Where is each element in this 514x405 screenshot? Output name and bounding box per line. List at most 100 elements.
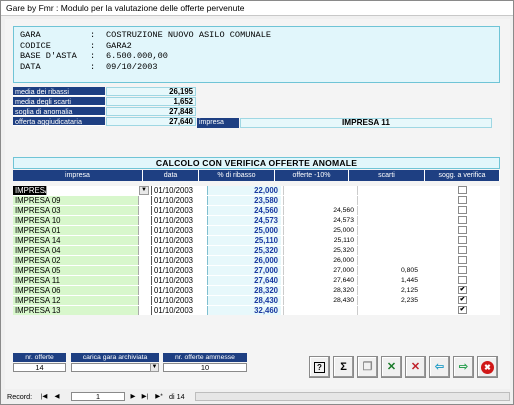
new-record-icon[interactable]: ▶* — [153, 392, 165, 401]
verifica-checkbox[interactable]: ✔ — [458, 306, 467, 314]
back-button[interactable]: ⇦ — [429, 356, 450, 378]
cell-ribasso[interactable]: 24,573 — [207, 216, 281, 225]
cell-impresa[interactable]: IMPRESA 13 — [13, 306, 139, 315]
impresa-label: impresa — [197, 118, 239, 128]
cell-impresa[interactable]: IMPRESA 14 — [13, 236, 139, 245]
stat-value[interactable]: 27,640 — [106, 117, 196, 126]
cell-data[interactable]: 01/10/2003 — [151, 286, 206, 295]
close-button[interactable]: ✖ — [477, 356, 498, 378]
verifica-checkbox[interactable] — [458, 276, 467, 284]
cell-scarto — [357, 236, 421, 245]
cell-ribasso[interactable]: 27,000 — [207, 266, 281, 275]
cell-data[interactable]: 01/10/2003 — [151, 216, 206, 225]
cell-ribasso[interactable]: 27,640 — [207, 276, 281, 285]
verifica-checkbox[interactable]: ✔ — [458, 296, 467, 304]
cell-scarto: 0,805 — [357, 266, 421, 275]
cell-data[interactable]: 01/10/2003 — [151, 256, 206, 265]
cell-data[interactable]: 01/10/2003 — [151, 236, 206, 245]
table-row[interactable]: IMPRESA 12 01/10/2003 28,430 28,430 2,23… — [13, 296, 500, 305]
copy-button[interactable]: ❐ — [357, 356, 378, 378]
stat-value[interactable]: 1,652 — [106, 97, 196, 106]
verifica-checkbox[interactable] — [458, 256, 467, 264]
cell-ribasso[interactable]: 26,000 — [207, 256, 281, 265]
record-number-input[interactable]: 1 — [71, 392, 125, 401]
cell-ribasso[interactable]: 25,110 — [207, 236, 281, 245]
carica-gara-select[interactable] — [71, 363, 159, 372]
help-button[interactable]: ? — [309, 356, 330, 378]
cell-ribasso[interactable]: 25,000 — [207, 226, 281, 235]
cell-impresa[interactable]: IMPRESA 02 — [13, 256, 139, 265]
cell-data[interactable]: 01/10/2003 — [151, 226, 206, 235]
table-row[interactable]: IMPRESA 02 01/10/2003 26,000 26,000 — [13, 256, 500, 265]
header-label: DATA — [20, 61, 41, 72]
cell-data[interactable]: 01/10/2003 — [151, 206, 206, 215]
cell-impresa[interactable]: IMPRESA 05 — [13, 266, 139, 275]
table-row[interactable]: IMPRESA 08 ▼ 01/10/2003 22,000 — [13, 186, 500, 195]
table-row[interactable]: IMPRESA 11 01/10/2003 27,640 27,640 1,44… — [13, 276, 500, 285]
cell-impresa[interactable]: IMPRESA 09 — [13, 196, 139, 205]
forward-button[interactable]: ⇨ — [453, 356, 474, 378]
cell-data[interactable]: 01/10/2003 — [151, 296, 206, 305]
cell-scarto — [357, 186, 421, 195]
table-row[interactable]: IMPRESA 09 01/10/2003 23,580 — [13, 196, 500, 205]
stat-value[interactable]: 27,848 — [106, 107, 196, 116]
cell-offerta: 26,000 — [283, 256, 357, 265]
last-record-icon[interactable]: ▶| — [140, 392, 150, 401]
table-row[interactable]: IMPRESA 04 01/10/2003 25,320 25,320 — [13, 246, 500, 255]
accept-button[interactable]: ✕ — [381, 356, 402, 378]
cell-impresa[interactable]: IMPRESA 12 — [13, 296, 139, 305]
table-row[interactable]: IMPRESA 05 01/10/2003 27,000 27,000 0,80… — [13, 266, 500, 275]
verifica-checkbox[interactable] — [458, 236, 467, 244]
table-row[interactable]: IMPRESA 13 01/10/2003 32,460 ✔ — [13, 306, 500, 315]
verifica-checkbox[interactable] — [458, 196, 467, 204]
record-navigator: Record: |◀ ◀ 1 ▶ ▶| ▶* di 14 — [5, 390, 510, 403]
header-label: BASE D'ASTA — [20, 51, 77, 61]
header-row-codice: CODICE: GARA2 — [20, 41, 493, 52]
cell-ribasso[interactable]: 28,430 — [207, 296, 281, 305]
cell-data[interactable]: 01/10/2003 — [151, 186, 206, 195]
verifica-checkbox[interactable] — [458, 266, 467, 274]
cell-impresa[interactable]: IMPRESA 06 — [13, 286, 139, 295]
verifica-checkbox[interactable]: ✔ — [458, 286, 467, 294]
verifica-checkbox[interactable] — [458, 186, 467, 194]
table-row[interactable]: IMPRESA 10 01/10/2003 24,573 24,573 — [13, 216, 500, 225]
cell-data[interactable]: 01/10/2003 — [151, 276, 206, 285]
cell-impresa[interactable]: IMPRESA 10 — [13, 216, 139, 225]
delete-button[interactable]: ✕ — [405, 356, 426, 378]
cell-data[interactable]: 01/10/2003 — [151, 306, 206, 315]
verifica-checkbox[interactable] — [458, 246, 467, 254]
next-record-icon[interactable]: ▶ — [128, 392, 138, 401]
verifica-checkbox[interactable] — [458, 226, 467, 234]
impresa-value[interactable]: IMPRESA 11 — [240, 118, 492, 128]
verifica-checkbox[interactable] — [458, 206, 467, 214]
table-row[interactable]: IMPRESA 03 01/10/2003 24,560 24,560 — [13, 206, 500, 215]
cell-impresa[interactable]: IMPRESA 01 — [13, 226, 139, 235]
prev-record-icon[interactable]: ◀ — [52, 392, 62, 401]
dropdown-arrow-icon[interactable]: ▼ — [150, 363, 159, 372]
horizontal-scrollbar[interactable] — [195, 392, 510, 401]
cell-ribasso[interactable]: 23,580 — [207, 196, 281, 205]
close-icon: ✖ — [481, 361, 494, 374]
verifica-checkbox[interactable] — [458, 216, 467, 224]
first-record-icon[interactable]: |◀ — [39, 392, 49, 401]
cell-ribasso[interactable]: 22,000 — [207, 186, 281, 195]
cell-data[interactable]: 01/10/2003 — [151, 246, 206, 255]
table-row[interactable]: IMPRESA 01 01/10/2003 25,000 25,000 — [13, 226, 500, 235]
cell-impresa[interactable]: IMPRESA 11 — [13, 276, 139, 285]
cell-ribasso[interactable]: 28,320 — [207, 286, 281, 295]
cell-ribasso[interactable]: 32,460 — [207, 306, 281, 315]
table-row[interactable]: IMPRESA 06 01/10/2003 28,320 28,320 2,12… — [13, 286, 500, 295]
cell-impresa[interactable]: IMPRESA 04 — [13, 246, 139, 255]
cell-ribasso[interactable]: 24,560 — [207, 206, 281, 215]
stat-label: media degli scarti — [13, 97, 105, 106]
col-header-data: data — [143, 170, 199, 181]
cell-ribasso[interactable]: 25,320 — [207, 246, 281, 255]
dropdown-arrow-icon[interactable]: ▼ — [139, 186, 149, 195]
cell-data[interactable]: 01/10/2003 — [151, 196, 206, 205]
cell-data[interactable]: 01/10/2003 — [151, 266, 206, 275]
sum-button[interactable]: Σ — [333, 356, 354, 378]
stat-value[interactable]: 26,195 — [106, 87, 196, 96]
table-row[interactable]: IMPRESA 14 01/10/2003 25,110 25,110 — [13, 236, 500, 245]
cell-impresa[interactable]: IMPRESA 08 — [13, 186, 47, 195]
cell-impresa[interactable]: IMPRESA 03 — [13, 206, 139, 215]
